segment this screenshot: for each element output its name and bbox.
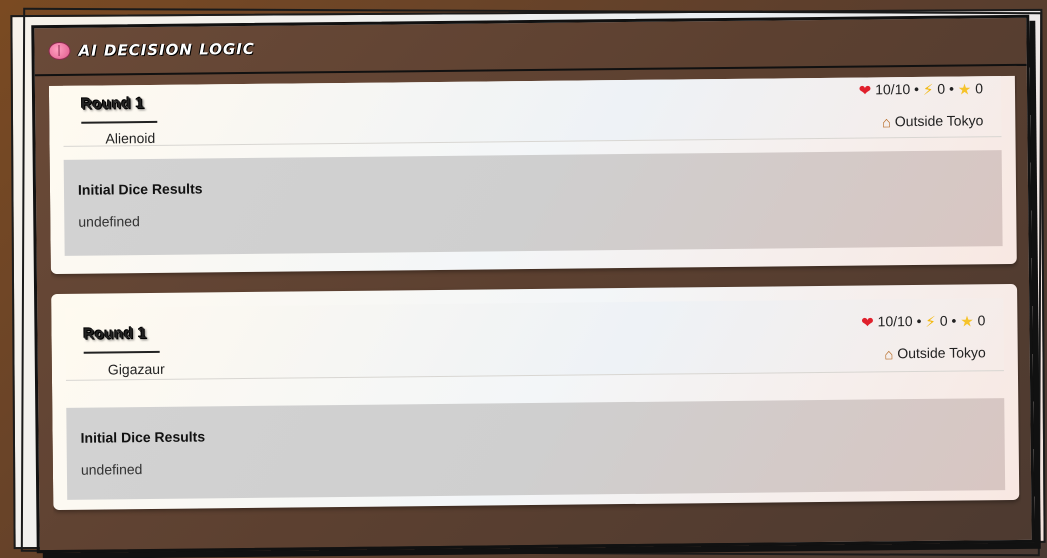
heart-icon: ❤	[861, 314, 874, 332]
bolt-icon: ⚡	[925, 313, 936, 331]
dice-results-value: undefined	[80, 461, 143, 478]
energy-value: 0	[939, 312, 948, 329]
star-icon: ★	[957, 81, 972, 99]
location-value: Outside Tokyo	[897, 344, 986, 362]
monster-location: ⌂ Outside Tokyo	[882, 112, 984, 131]
panel-header: AI DECISION LOGIC	[34, 17, 1027, 77]
log-entry: Round 1 Alienoid ❤ 10/10 • ⚡ 0 • ★ 0 ⌂ O…	[48, 75, 1017, 275]
dice-results-value: undefined	[78, 213, 140, 230]
monster-name: Gigazaur	[107, 360, 165, 378]
monster-location: ⌂ Outside Tokyo	[884, 344, 986, 363]
bolt-icon: ⚡	[922, 81, 934, 99]
decision-log-list[interactable]: Round 1 Alienoid ❤ 10/10 • ⚡ 0 • ★ 0 ⌂ O…	[48, 75, 1022, 538]
entry-header: Round 1 Gigazaur ❤ 10/10 • ⚡ 0 • ★ 0 ⌂ O…	[65, 298, 1004, 381]
points-value: 0	[977, 312, 986, 329]
dice-results-title: Initial Dice Results	[77, 180, 203, 198]
panel-title: AI DECISION LOGIC	[78, 39, 255, 60]
points-value: 0	[975, 80, 984, 97]
brain-icon	[48, 41, 71, 61]
monster-stats: ❤ 10/10 • ⚡ 0 • ★ 0	[861, 312, 986, 332]
dice-results-box: Initial Dice Results undefined	[66, 398, 1006, 500]
house-icon: ⌂	[884, 346, 894, 364]
health-value: 10/10	[875, 81, 911, 98]
round-label: Round 1	[83, 325, 148, 343]
house-icon: ⌂	[881, 114, 892, 132]
location-value: Outside Tokyo	[894, 112, 984, 130]
heart-icon: ❤	[858, 82, 872, 100]
round-underline	[81, 120, 158, 124]
ai-decision-logic-panel: AI DECISION LOGIC Round 1 Alienoid ❤ 10/…	[31, 14, 1035, 554]
round-label: Round 1	[81, 95, 145, 113]
health-value: 10/10	[877, 313, 913, 330]
monster-stats: ❤ 10/10 • ⚡ 0 • ★ 0	[858, 80, 984, 100]
dice-results-box: Initial Dice Results undefined	[63, 150, 1003, 256]
log-entry: Round 1 Gigazaur ❤ 10/10 • ⚡ 0 • ★ 0 ⌂ O…	[51, 283, 1020, 511]
energy-value: 0	[937, 80, 946, 97]
monster-name: Alienoid	[105, 129, 156, 147]
dice-results-title: Initial Dice Results	[80, 428, 206, 446]
round-underline	[83, 350, 160, 354]
entry-header: Round 1 Alienoid ❤ 10/10 • ⚡ 0 • ★ 0 ⌂ O…	[62, 75, 1002, 147]
star-icon: ★	[960, 313, 974, 331]
